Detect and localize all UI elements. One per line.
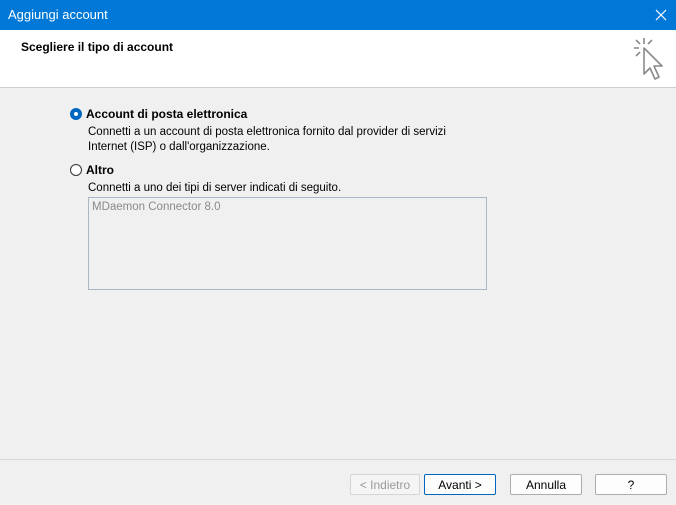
help-button[interactable]: ? [595, 474, 667, 495]
other-description: Connetti a uno dei tipi di server indica… [88, 181, 341, 196]
close-button[interactable] [646, 0, 676, 30]
cancel-button[interactable]: Annulla [510, 474, 582, 495]
list-item[interactable]: MDaemon Connector 8.0 [92, 201, 220, 213]
back-button[interactable]: < Indietro [350, 474, 420, 495]
radio-email-label: Account di posta elettronica [86, 107, 248, 121]
email-description-line2: Internet (ISP) o dall'organizzazione. [88, 141, 270, 153]
other-description-line1: Connetti a uno dei tipi di server indica… [88, 182, 342, 194]
email-description-line1: Connetti a un account di posta elettroni… [88, 126, 446, 138]
radio-email-account[interactable]: Account di posta elettronica [70, 107, 247, 121]
radio-button-selected[interactable] [70, 108, 82, 120]
footer-divider [0, 459, 676, 460]
radio-other-label: Altro [86, 163, 114, 177]
close-icon [655, 9, 667, 21]
window-title: Aggiungi account [8, 7, 108, 22]
wizard-header: Scegliere il tipo di account [0, 30, 676, 88]
radio-button-unselected[interactable] [70, 164, 82, 176]
page-title: Scegliere il tipo di account [21, 40, 174, 54]
email-account-description: Connetti a un account di posta elettroni… [88, 125, 446, 155]
server-type-list[interactable]: MDaemon Connector 8.0 [88, 197, 487, 290]
next-button[interactable]: Avanti > [424, 474, 496, 495]
radio-other[interactable]: Altro [70, 163, 114, 177]
title-bar: Aggiungi account [0, 0, 676, 30]
click-cursor-icon [634, 38, 663, 80]
